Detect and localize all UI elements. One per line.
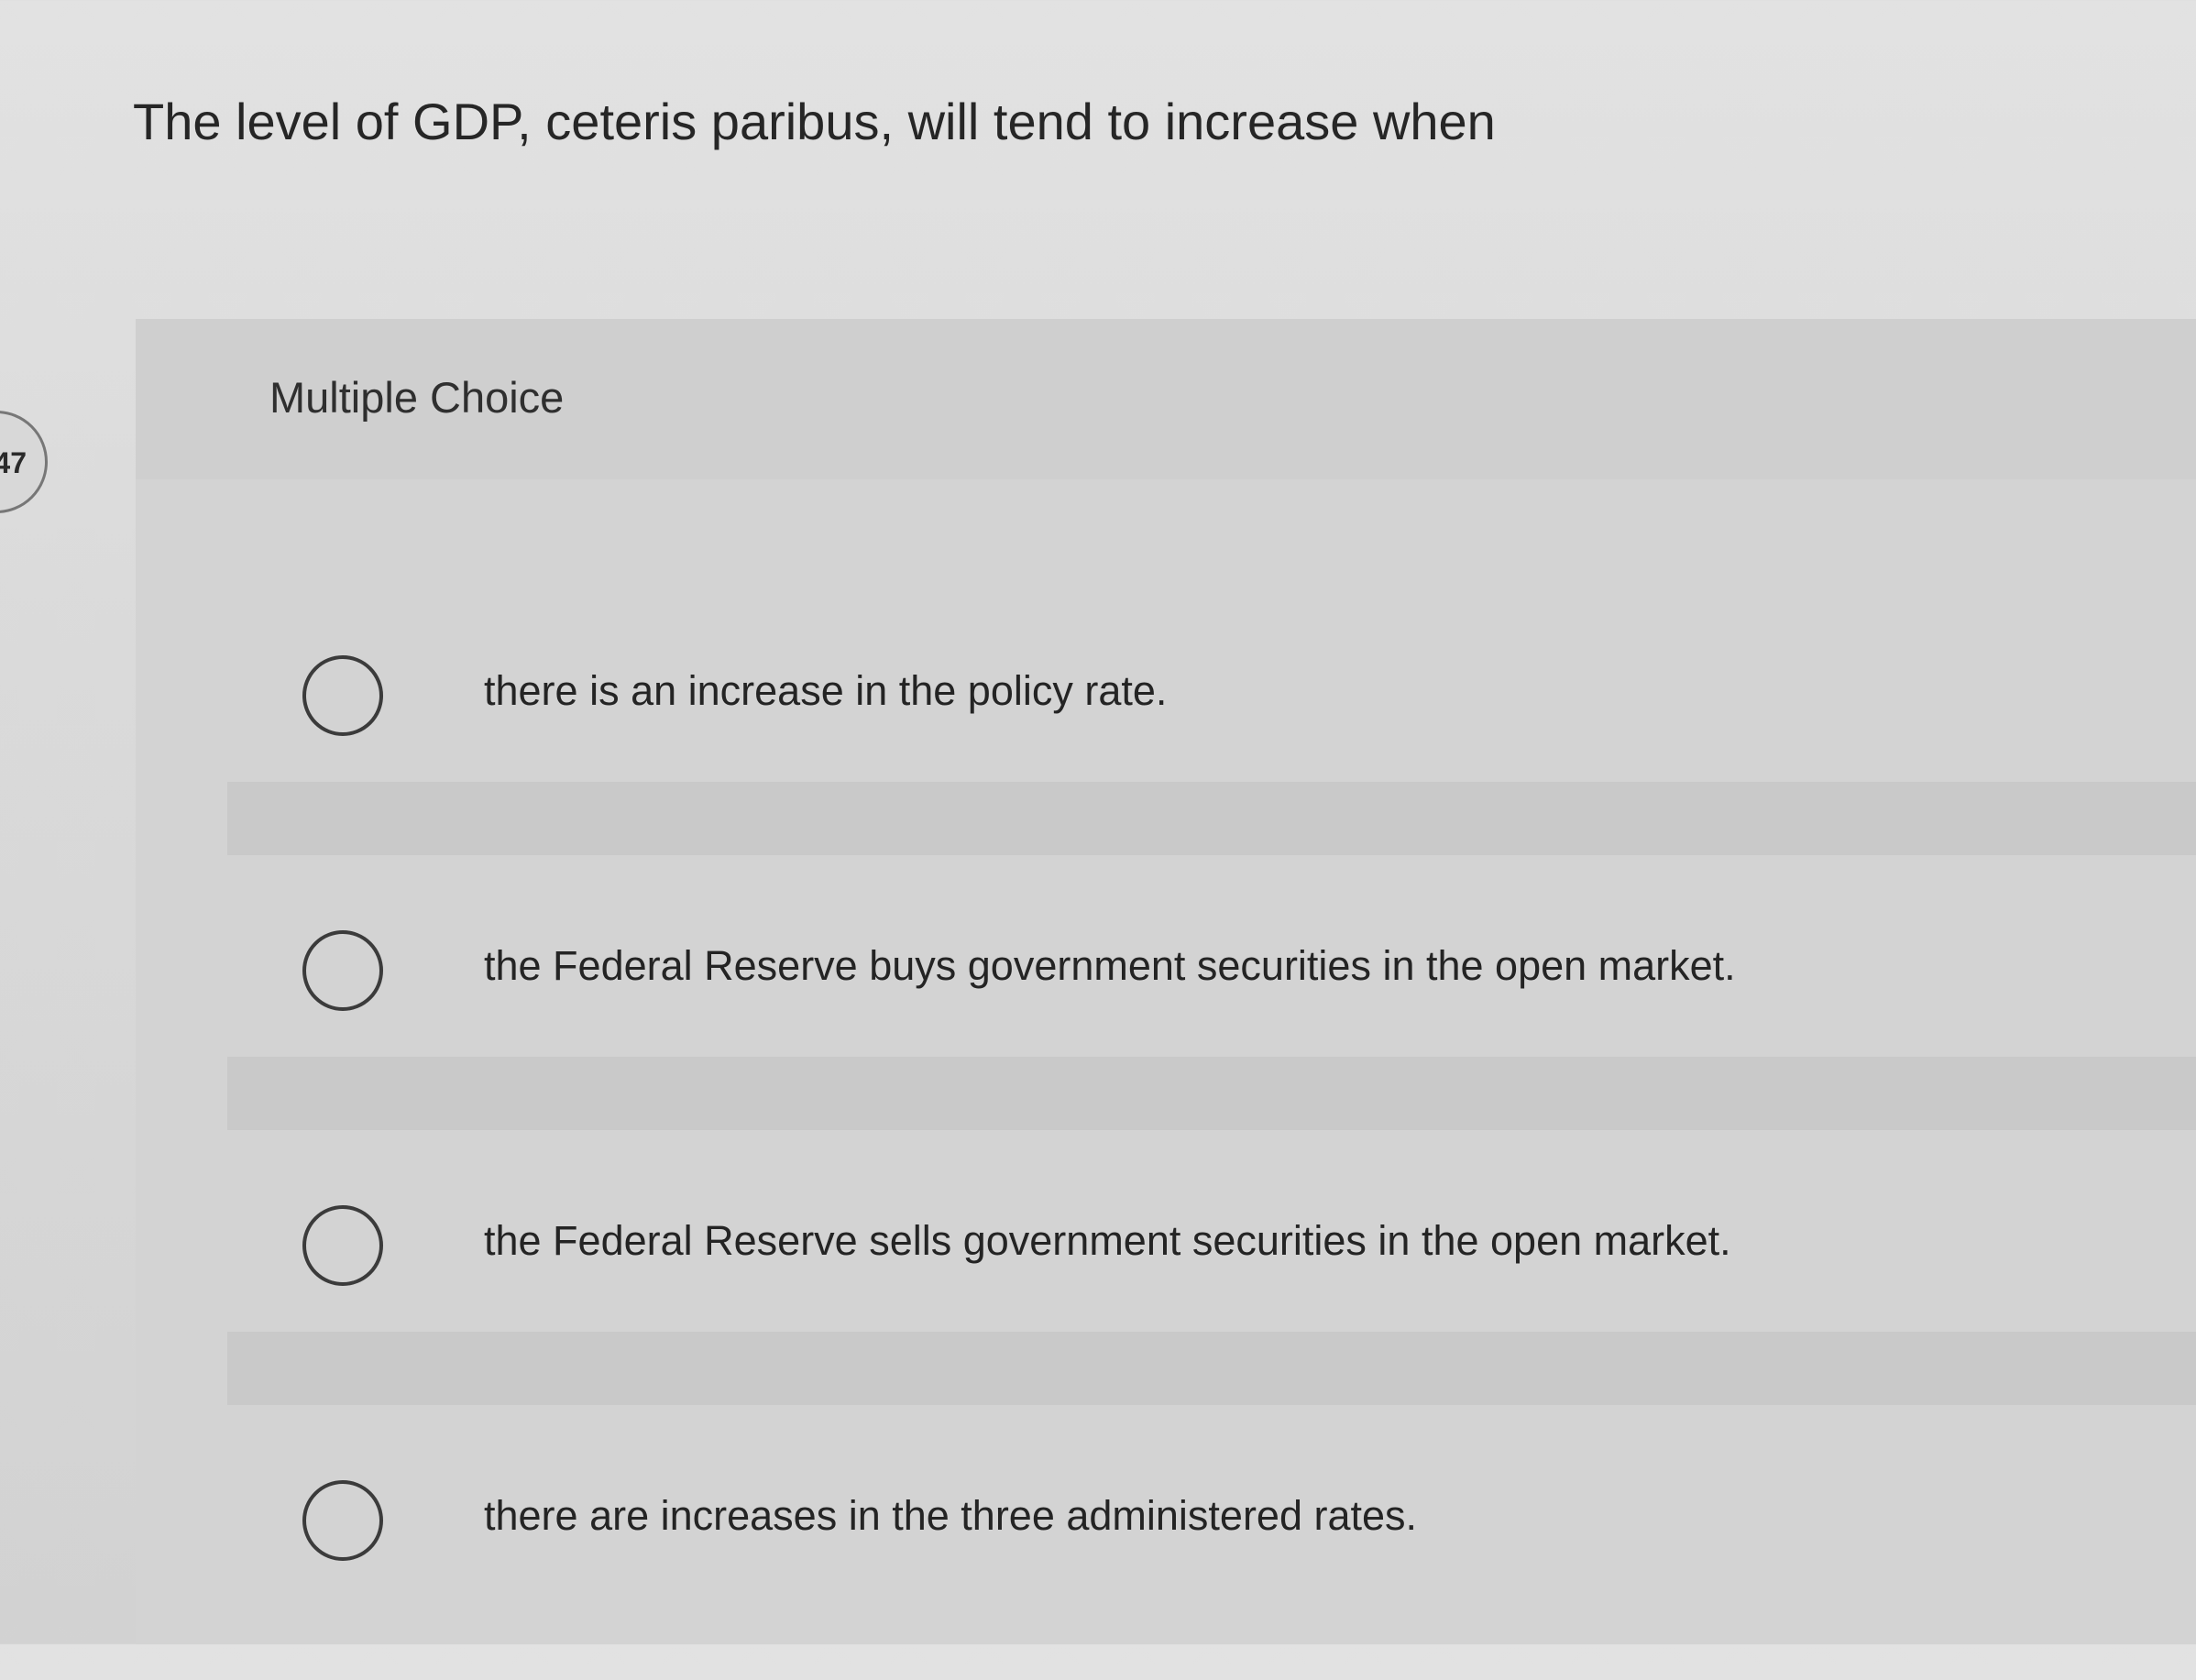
radio-button-icon[interactable] [302,655,383,736]
multiple-choice-header: Multiple Choice [136,319,2196,479]
radio-button-icon[interactable] [302,1480,383,1561]
answer-panel: Multiple Choice there is an increase in … [136,319,2196,1644]
option-divider [227,1057,2196,1130]
answer-option-label[interactable]: there is an increase in the policy rate. [484,667,1167,715]
radio-button-icon[interactable] [302,930,383,1011]
quiz-page: 47 The level of GDP, ceteris paribus, wi… [0,0,2196,1644]
answer-option-2[interactable]: the Federal Reserve buys government secu… [227,855,2196,1130]
option-divider [227,782,2196,855]
answer-options-list: there is an increase in the policy rate.… [227,580,2196,1680]
question-number-label: 47 [0,446,27,479]
multiple-choice-label: Multiple Choice [269,373,565,422]
question-number-badge[interactable]: 47 [0,411,48,513]
option-divider [227,1332,2196,1405]
answer-option-4[interactable]: there are increases in the three adminis… [227,1405,2196,1680]
answer-option-3[interactable]: the Federal Reserve sells government sec… [227,1130,2196,1405]
answer-option-1[interactable]: there is an increase in the policy rate. [227,580,2196,855]
radio-button-icon[interactable] [302,1205,383,1286]
answer-option-label[interactable]: the Federal Reserve buys government secu… [484,942,1736,990]
question-prompt: The level of GDP, ceteris paribus, will … [133,93,1496,150]
answer-option-label[interactable]: there are increases in the three adminis… [484,1492,1417,1540]
answer-option-label[interactable]: the Federal Reserve sells government sec… [484,1217,1731,1265]
